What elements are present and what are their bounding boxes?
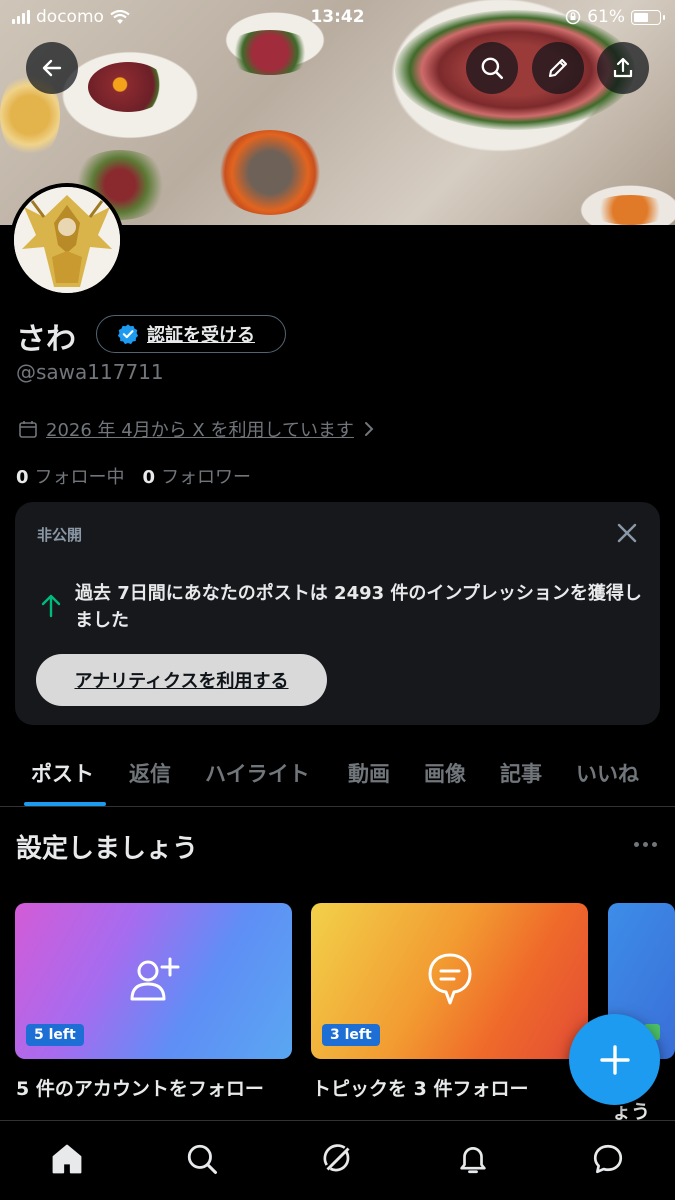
setup-card-follow-topics[interactable]: 3 left: [311, 903, 588, 1059]
nav-messages[interactable]: [588, 1139, 628, 1179]
back-button[interactable]: [26, 42, 78, 94]
orientation-lock-icon: [565, 9, 581, 25]
banner-photo-detail: [215, 130, 325, 215]
tab-highlights[interactable]: ハイライト: [205, 758, 310, 788]
banner-photo-detail: [225, 30, 315, 75]
tab-likes[interactable]: いいね: [576, 758, 639, 788]
search-icon: [481, 57, 504, 80]
bottom-nav: [0, 1120, 675, 1200]
nav-notifications[interactable]: [453, 1139, 493, 1179]
nav-home[interactable]: [47, 1139, 87, 1179]
nav-grok[interactable]: [318, 1139, 358, 1179]
arrow-up-icon: [39, 592, 63, 622]
arrow-left-icon: [42, 59, 62, 77]
get-verified-label: 認証を受ける: [147, 325, 255, 346]
use-analytics-button[interactable]: アナリティクスを利用する: [36, 654, 327, 706]
topic-bubble-icon: [428, 953, 471, 1005]
share-button[interactable]: [597, 42, 649, 94]
close-button[interactable]: [616, 522, 638, 548]
pencil-icon: [548, 58, 568, 78]
analytics-card: 非公開 過去 7日間にあなたのポストは 2493 件のインプレッションを獲得しま…: [15, 502, 660, 725]
remaining-badge: 3 left: [322, 1024, 380, 1046]
profile-handle: @sawa117711: [16, 360, 164, 384]
battery-icon: [631, 9, 665, 25]
plus-icon: [599, 1044, 630, 1075]
bell-icon: [460, 1147, 486, 1174]
add-user-icon: [130, 957, 179, 1001]
tab-videos[interactable]: 動画: [348, 758, 390, 788]
home-icon: [52, 1144, 82, 1174]
setup-card-label: トピックを 3 件フォロー: [312, 1078, 529, 1100]
more-options-button[interactable]: [634, 842, 657, 847]
share-icon: [613, 57, 633, 78]
profile-banner[interactable]: docomo 13:42 61%: [0, 0, 675, 225]
chevron-right-icon: [364, 422, 374, 436]
profile-name: さわ: [16, 322, 76, 357]
status-bar: docomo 13:42 61%: [0, 0, 675, 34]
nav-search[interactable]: [182, 1139, 222, 1179]
active-tab-indicator: [24, 802, 106, 806]
banner-photo-detail: [88, 62, 168, 112]
joined-date-link[interactable]: 2026 年 4月から X を利用しています: [18, 416, 376, 442]
banner-photo-detail: [590, 195, 670, 225]
profile-tabs: ポスト 返信 ハイライト 動画 画像 記事 いいね: [0, 740, 675, 807]
following-label: フォロー中: [34, 467, 125, 488]
remaining-badge: 5 left: [26, 1024, 84, 1046]
compose-post-button[interactable]: [569, 1014, 660, 1105]
setup-card-label: 5 件のアカウントをフォロー: [16, 1078, 264, 1100]
battery-percent: 61%: [587, 7, 625, 27]
close-icon: [617, 523, 637, 543]
joined-date-text: 2026 年 4月から X を利用しています: [46, 420, 354, 441]
calendar-icon: [19, 421, 37, 438]
tab-articles[interactable]: 記事: [500, 758, 542, 788]
search-button[interactable]: [466, 42, 518, 94]
followers-link[interactable]: 0 フォロワー: [143, 463, 252, 489]
following-count: 0: [16, 467, 29, 488]
get-verified-button[interactable]: 認証を受ける: [96, 315, 286, 353]
tab-posts[interactable]: ポスト: [31, 758, 94, 788]
followers-count: 0: [142, 467, 156, 488]
setup-title: 設定しましょう: [16, 834, 199, 864]
tab-replies[interactable]: 返信: [129, 758, 171, 788]
edit-profile-button[interactable]: [532, 42, 584, 94]
verified-badge-icon: [117, 324, 139, 345]
impressions-message: 過去 7日間にあなたのポストは 2493 件のインプレッションを獲得しました: [75, 583, 642, 631]
followers-label: フォロワー: [161, 467, 252, 488]
follow-stats: 0 フォロー中 0 フォロワー: [16, 463, 251, 489]
following-link[interactable]: 0 フォロー中: [16, 463, 125, 489]
private-label: 非公開: [37, 526, 83, 544]
avatar-image: [14, 187, 120, 293]
search-icon: [187, 1144, 218, 1175]
message-icon: [593, 1144, 623, 1174]
setup-card-follow-accounts[interactable]: 5 left: [15, 903, 292, 1059]
grok-icon: [323, 1144, 350, 1172]
profile-avatar[interactable]: [10, 183, 124, 297]
tab-photos[interactable]: 画像: [424, 758, 466, 788]
